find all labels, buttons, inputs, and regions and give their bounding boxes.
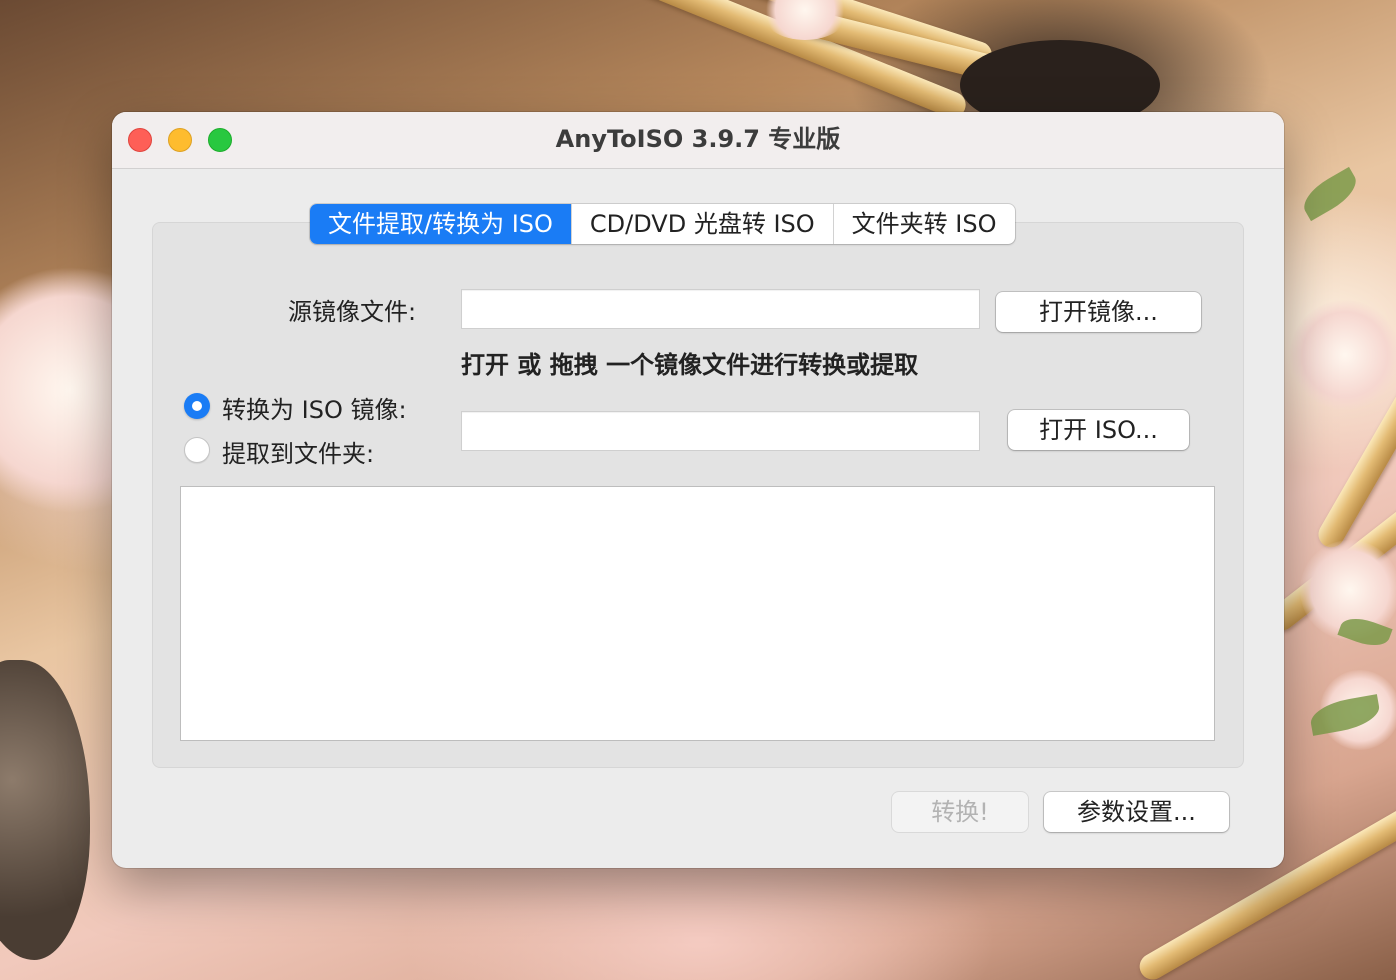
app-window: AnyToISO 3.9.7 专业版 文件提取/转换为 ISO CD/DVD 光… <box>112 112 1284 868</box>
window-title: AnyToISO 3.9.7 专业版 <box>555 125 841 153</box>
output-path-field[interactable] <box>461 411 980 451</box>
drop-hint-text: 打开 或 拖拽 一个镜像文件进行转换或提取 <box>461 351 919 379</box>
convert-button[interactable]: 转换! <box>892 792 1028 832</box>
log-output-area[interactable] <box>180 486 1215 741</box>
wallpaper-flower <box>1290 300 1396 410</box>
tab-bar: 文件提取/转换为 ISO CD/DVD 光盘转 ISO 文件夹转 ISO <box>310 204 1015 244</box>
extract-to-folder-radio[interactable] <box>184 437 210 463</box>
convert-to-iso-radio[interactable] <box>184 393 210 419</box>
tab-cd-dvd-to-iso[interactable]: CD/DVD 光盘转 ISO <box>572 204 834 244</box>
wallpaper-leaf <box>1297 166 1363 222</box>
settings-button[interactable]: 参数设置... <box>1044 792 1229 832</box>
open-image-button[interactable]: 打开镜像... <box>996 292 1201 332</box>
extract-to-folder-label[interactable]: 提取到文件夹: <box>222 434 374 469</box>
convert-to-iso-label[interactable]: 转换为 ISO 镜像: <box>222 390 407 425</box>
title-bar[interactable]: AnyToISO 3.9.7 专业版 <box>112 112 1284 169</box>
source-image-label: 源镜像文件: <box>288 298 417 326</box>
open-iso-button[interactable]: 打开 ISO... <box>1008 410 1189 450</box>
source-image-field[interactable] <box>461 289 980 329</box>
wallpaper-rock <box>0 660 90 960</box>
tab-extract-convert[interactable]: 文件提取/转换为 ISO <box>310 204 572 244</box>
tab-folder-to-iso[interactable]: 文件夹转 ISO <box>834 204 1015 244</box>
